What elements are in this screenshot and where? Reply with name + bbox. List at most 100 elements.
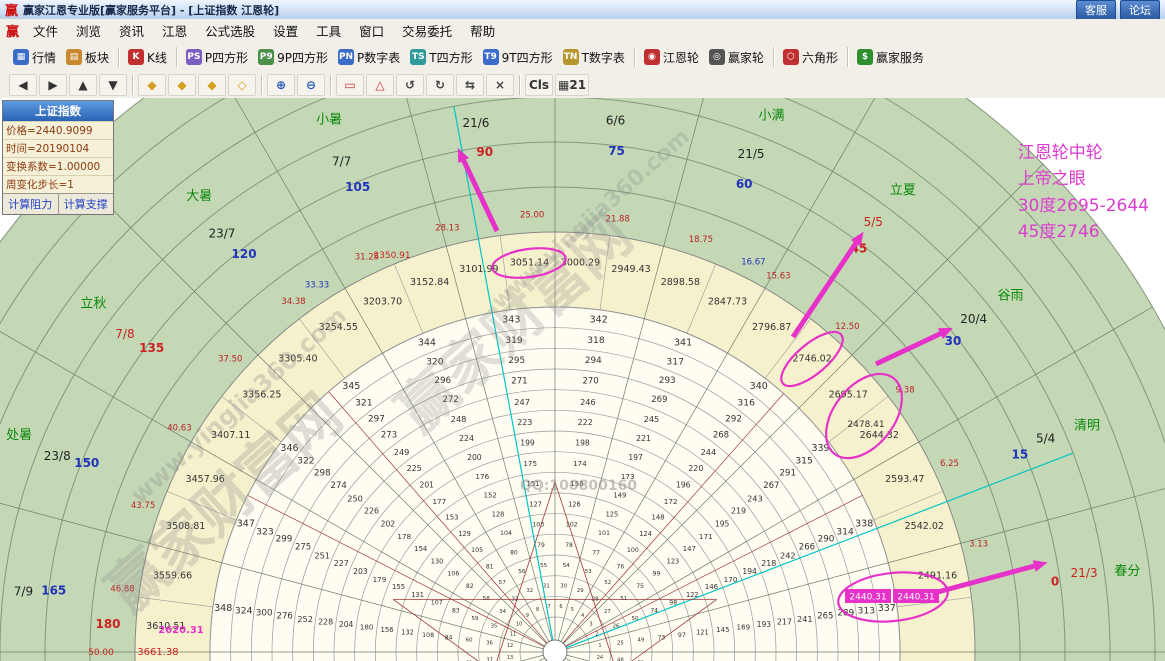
svg-text:31: 31 <box>543 584 550 590</box>
svg-text:2796.87: 2796.87 <box>752 322 791 333</box>
diamond-tool-1[interactable]: ◆ <box>138 74 166 96</box>
svg-text:267: 267 <box>763 481 779 491</box>
svg-text:180: 180 <box>95 617 120 631</box>
menu-item-8[interactable]: 窗口 <box>350 19 393 42</box>
toolbar-winner-service-button[interactable]: $ 赢家服务 <box>852 47 929 68</box>
svg-text:152: 152 <box>484 492 497 500</box>
svg-text:122: 122 <box>686 591 699 599</box>
svg-text:313: 313 <box>858 606 876 617</box>
svg-text:242: 242 <box>780 551 796 561</box>
triangle-tool[interactable]: △ <box>366 74 394 96</box>
svg-text:121: 121 <box>696 629 709 637</box>
gann-wheel-chart: 1 2 3 4 5 6 7 8 9 10 11 12 13 24 25 26 27 28 29 30 31 32 33 34 3… <box>0 98 1165 661</box>
price-row: 价格=2440.9099 <box>3 121 113 139</box>
svg-text:2: 2 <box>595 632 598 638</box>
svg-text:60: 60 <box>466 638 474 644</box>
calc-resistance-button[interactable]: 计算阻力 <box>3 194 59 214</box>
rotate-cw-tool[interactable]: ↻ <box>426 74 454 96</box>
menu-item-9[interactable]: 交易委托 <box>393 19 461 42</box>
toolbar-gann-wheel-button[interactable]: ◉ 江恩轮 <box>639 47 704 68</box>
toolbar-9t-square-button[interactable]: T9 9T四方形 <box>478 47 558 68</box>
svg-text:33: 33 <box>511 597 518 603</box>
svg-text:23/8: 23/8 <box>44 449 71 463</box>
menu-item-3[interactable]: 资讯 <box>110 19 153 42</box>
toolbar-hexagon-button[interactable]: ⬡ 六角形 <box>778 47 843 68</box>
diamond-tool-2[interactable]: ◆ <box>168 74 196 96</box>
toolbar-separator <box>330 75 331 95</box>
rect-tool[interactable]: ▭ <box>336 74 364 96</box>
menu-item-7[interactable]: 工具 <box>307 19 350 42</box>
calc-support-button[interactable]: 计算支撑 <box>58 194 113 214</box>
toolbar-separator <box>175 47 177 67</box>
toolbar-p-square-button[interactable]: PS P四方形 <box>181 47 253 68</box>
prev-button[interactable]: ◀ <box>9 74 37 96</box>
gann-wheel-canvas[interactable]: 12345678910111213 24252627282930313233343… <box>0 98 1165 661</box>
svg-text:37.50: 37.50 <box>218 355 242 365</box>
svg-text:145: 145 <box>716 626 729 634</box>
svg-text:241: 241 <box>797 614 813 624</box>
sectors-label: 板块 <box>85 50 110 65</box>
svg-text:179: 179 <box>373 575 387 584</box>
diamond-tool-3[interactable]: ◆ <box>198 74 226 96</box>
toolbar-p-table-button[interactable]: PN P数字表 <box>333 47 405 68</box>
svg-text:54: 54 <box>563 563 571 569</box>
svg-text:57: 57 <box>499 580 507 586</box>
toolbar-t-table-button[interactable]: TN T数字表 <box>558 47 630 68</box>
toolbar-kline-button[interactable]: K K线 <box>123 47 172 68</box>
toolbar-t-square-button[interactable]: TS T四方形 <box>405 47 477 68</box>
svg-text:246: 246 <box>580 397 596 407</box>
svg-text:8: 8 <box>536 607 539 613</box>
forum-button[interactable]: 论坛 <box>1120 0 1160 20</box>
svg-text:271: 271 <box>511 377 527 387</box>
toolbar-sectors-button[interactable]: ▤ 板块 <box>61 47 114 68</box>
9t-square-icon: T9 <box>482 49 499 65</box>
down-button[interactable]: ▼ <box>99 74 127 96</box>
customer-service-button[interactable]: 客服 <box>1076 0 1116 20</box>
svg-text:102: 102 <box>566 522 578 529</box>
up-button[interactable]: ▲ <box>69 74 97 96</box>
svg-text:106: 106 <box>447 571 459 578</box>
p-table-icon: PN <box>338 49 355 65</box>
zoom-in-button[interactable]: ⊕ <box>267 74 295 96</box>
delete-tool[interactable]: × <box>486 74 514 96</box>
toolbar-winner-wheel-button[interactable]: ◎ 赢家轮 <box>704 47 769 68</box>
svg-text:35: 35 <box>491 624 498 630</box>
svg-text:147: 147 <box>683 545 696 553</box>
clear-button[interactable]: Cls <box>525 74 553 96</box>
t-table-label: T数字表 <box>581 50 625 65</box>
svg-text:317: 317 <box>666 356 684 367</box>
p-table-label: P数字表 <box>357 50 401 65</box>
svg-text:218: 218 <box>761 559 776 568</box>
zoom-out-button[interactable]: ⊖ <box>297 74 325 96</box>
diamond-tool-4[interactable]: ◇ <box>228 74 256 96</box>
svg-text:148: 148 <box>652 514 665 522</box>
side-annotation: 江恩轮中轮 上帝之眼 30度2695-2644 45度2746 <box>1018 140 1149 245</box>
svg-text:1: 1 <box>598 643 601 649</box>
swap-tool[interactable]: ⇆ <box>456 74 484 96</box>
svg-text:25.00: 25.00 <box>520 211 544 221</box>
menu-item-10[interactable]: 帮助 <box>461 19 504 42</box>
menu-item-1[interactable]: 文件 <box>24 19 67 42</box>
svg-text:55: 55 <box>540 563 548 569</box>
toolbar-9p-square-button[interactable]: P9 9P四方形 <box>253 47 333 68</box>
svg-text:74: 74 <box>650 607 658 614</box>
svg-text:176: 176 <box>475 472 489 481</box>
menu-item-6[interactable]: 设置 <box>264 19 307 42</box>
t-square-label: T四方形 <box>429 50 473 65</box>
svg-text:5/4: 5/4 <box>1036 432 1055 446</box>
next-button[interactable]: ▶ <box>39 74 67 96</box>
menu-item-5[interactable]: 公式选股 <box>196 19 264 42</box>
menu-item-4[interactable]: 江恩 <box>153 19 196 42</box>
svg-text:2746.02: 2746.02 <box>792 353 831 364</box>
app-logo: 赢 <box>5 4 19 19</box>
svg-text:104: 104 <box>500 530 512 537</box>
svg-text:244: 244 <box>701 447 717 457</box>
svg-text:195: 195 <box>715 519 730 528</box>
screen-21-button[interactable]: ▦21 <box>555 74 590 96</box>
svg-text:300: 300 <box>256 609 273 619</box>
toolbar-quotes-button[interactable]: ▦ 行情 <box>8 47 61 68</box>
rotate-ccw-tool[interactable]: ↺ <box>396 74 424 96</box>
svg-text:321: 321 <box>355 397 373 408</box>
menu-item-2[interactable]: 浏览 <box>67 19 110 42</box>
svg-text:345: 345 <box>342 381 360 392</box>
